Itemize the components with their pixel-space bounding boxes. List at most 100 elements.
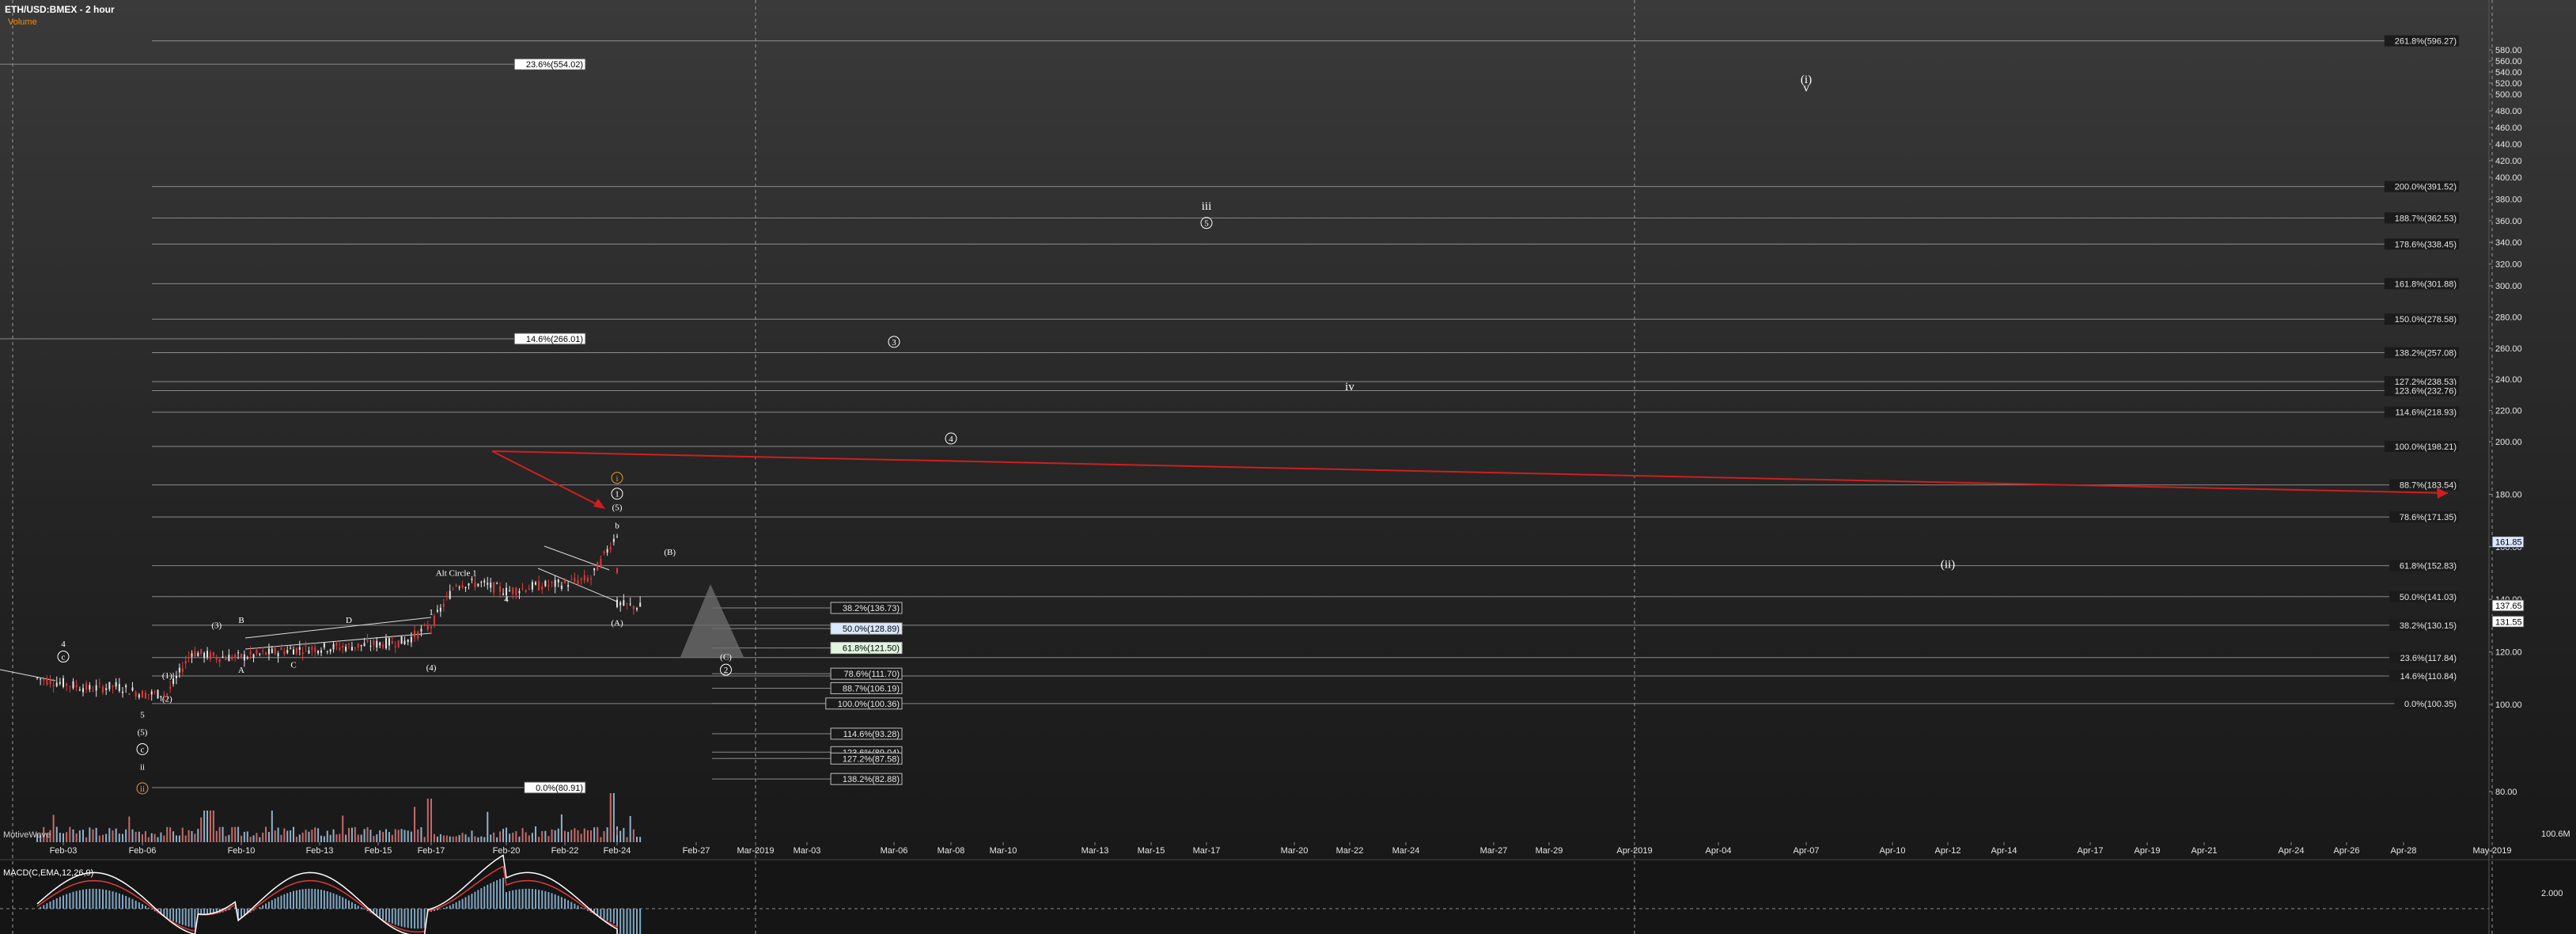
fib-level-label: 100.0%(198.21) [2395,442,2457,452]
wave-label: (ii) [1941,558,1955,571]
price-candle-body [49,678,51,685]
price-candle-body [544,580,547,587]
wave-label: 5 [140,711,145,720]
volume-bar [63,833,64,842]
price-candle-body [92,690,94,692]
wave-label: 4 [504,595,509,605]
fib-level-label: 61.8%(152.83) [2400,562,2457,571]
volume-bar [458,835,460,842]
volume-bar [311,830,313,842]
price-candle-body [547,584,550,587]
volume-legend-label: Volume [8,17,37,27]
price-candle-body [483,580,486,583]
volume-bar [134,831,137,842]
volume-bar [142,834,143,842]
volume-bar [72,829,74,842]
fib-retrace-label: 61.8%(121.50) [843,644,900,654]
y-tick-label: 100.00 [2495,700,2522,710]
volume-bar [600,837,602,842]
volume-bar [166,826,169,842]
price-candle-body [586,577,589,582]
y-tick-label: 580.00 [2495,46,2522,55]
volume-bar [246,831,248,842]
volume-bar [512,832,514,842]
fib-level-label: 178.6%(338.45) [2395,240,2457,249]
price-candle-body [458,587,460,588]
volume-bar [115,828,117,842]
wave-label: (3) [211,621,222,631]
price-candle-body [603,551,605,554]
fib-retrace-label: 114.6%(93.28) [843,730,900,739]
price-candle-body [298,647,301,650]
price-candle-body [350,647,353,651]
volume-bar [586,830,589,842]
price-candle-body [493,582,495,593]
volume-bar [215,830,218,842]
price-candle-body [43,678,45,681]
price-candle-body [430,626,432,628]
price-candle-body [212,652,214,656]
y-tick-label: 280.00 [2495,313,2522,322]
y-tick-label: 220.00 [2495,407,2522,416]
volume-bar [271,811,273,842]
x-tick-label: Apr-21 [2191,846,2217,856]
volume-bar [471,830,473,842]
volume-bar [274,830,276,842]
volume-axis-label: 100.6M [2541,830,2570,839]
price-candle-body [538,580,540,590]
price-candle-body [379,642,381,646]
price-candle-body [308,650,310,654]
volume-bar [593,827,596,842]
y-tick-label: 260.00 [2495,344,2522,354]
wave-label: Alt Circle 1 [436,568,477,578]
x-tick-label: Apr-2019 [1616,846,1652,856]
volume-bar [567,831,570,842]
price-candle-body [172,678,175,684]
price-candle-body [369,645,372,647]
volume-bar [397,830,400,842]
volume-bar [499,831,502,842]
price-candle-body [442,604,445,607]
volume-bar [551,829,553,842]
price-candle-body [496,583,498,585]
fib-level-label: 188.7%(362.53) [2395,214,2457,223]
price-candle-body [234,655,237,658]
wave-label: ii [140,763,145,773]
price-candle-body [95,685,97,691]
volume-bar [354,826,356,842]
price-candle-body [439,607,441,612]
volume-bar [203,811,206,842]
price-candle-body [237,652,240,654]
volume-bar [426,799,429,842]
x-tick-label: Mar-29 [1536,846,1563,856]
wave-label: 1 [429,608,434,617]
price-candle-body [102,686,104,693]
x-tick-label: Feb-27 [683,846,710,856]
volume-bar [461,833,464,842]
price-candle-body [78,689,81,691]
price-candle-body [449,590,451,599]
y-tick-label: 320.00 [2495,260,2522,270]
x-tick-label: Mar-10 [990,846,1017,856]
price-candle-body [59,682,61,684]
fib-level-label: 0.0%(100.35) [2404,700,2457,709]
volume-bar [531,833,533,842]
x-tick-label: Mar-17 [1193,846,1221,856]
price-candle-body [464,587,467,588]
volume-bar [59,832,61,842]
price-candle-body [231,656,233,660]
price-candle-body [385,638,387,649]
price-candle-body [112,685,114,687]
wave-label: iii [1202,200,1212,213]
price-candle-body [295,647,297,654]
volume-bar [89,827,91,842]
x-tick-label: Apr-17 [2077,846,2103,856]
price-candle-body [619,602,622,606]
y-tick-label: 400.00 [2495,173,2522,183]
y-tick-label: 200.00 [2495,438,2522,447]
volume-bar [280,834,282,842]
y-tick-label: 360.00 [2495,217,2522,226]
volume-bar [332,829,335,842]
volume-bar [92,829,94,842]
volume-bar [560,814,563,842]
